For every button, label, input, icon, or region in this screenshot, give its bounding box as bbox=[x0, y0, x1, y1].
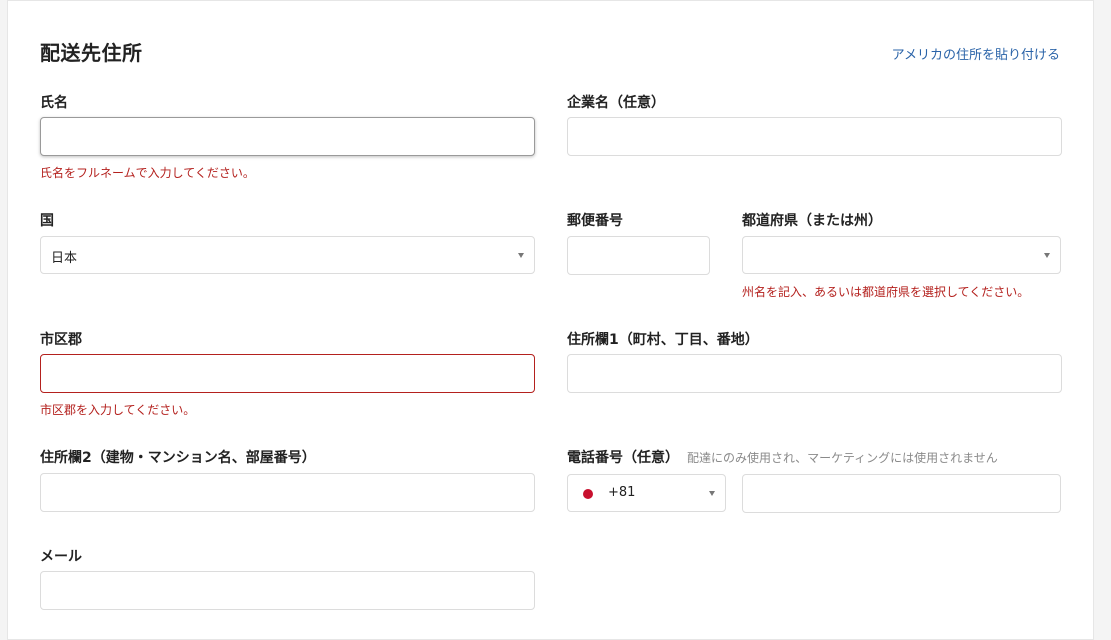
country-selected-value: 日本 bbox=[51, 251, 78, 266]
company-field[interactable] bbox=[567, 117, 1062, 156]
city-input[interactable] bbox=[41, 355, 534, 392]
address2-field[interactable] bbox=[40, 473, 535, 512]
phone-label: 電話番号（任意） bbox=[567, 450, 679, 466]
phone-label-row: 電話番号（任意） 配達にのみ使用され、マーケティングには使用されません bbox=[567, 447, 998, 467]
postal-code-field[interactable] bbox=[567, 236, 710, 275]
full-name-error: 氏名をフルネームで入力してください。 bbox=[40, 166, 255, 180]
country-label: 国 bbox=[40, 213, 54, 229]
company-input[interactable] bbox=[568, 118, 1061, 155]
paste-us-address-link[interactable]: アメリカの住所を貼り付ける bbox=[892, 44, 1060, 63]
postal-code-label: 郵便番号 bbox=[567, 213, 623, 229]
full-name-field[interactable] bbox=[40, 117, 535, 156]
phone-country-select[interactable]: +81 bbox=[567, 474, 726, 512]
city-error: 市区郡を入力してください。 bbox=[40, 403, 196, 417]
email-field[interactable] bbox=[40, 571, 535, 610]
chevron-down-icon bbox=[518, 253, 524, 258]
prefecture-error: 州名を記入、あるいは都道府県を選択してください。 bbox=[742, 285, 1030, 299]
country-select[interactable]: 日本 bbox=[40, 236, 535, 274]
address1-label: 住所欄1（町村、丁目、番地） bbox=[567, 332, 759, 348]
company-label: 企業名（任意） bbox=[567, 95, 665, 111]
phone-number-field[interactable] bbox=[742, 474, 1061, 513]
full-name-label: 氏名 bbox=[40, 95, 68, 111]
address1-field[interactable] bbox=[567, 354, 1062, 393]
address1-input[interactable] bbox=[568, 355, 1061, 392]
city-field[interactable] bbox=[40, 354, 535, 393]
full-name-input[interactable] bbox=[41, 118, 534, 155]
postal-code-input[interactable] bbox=[568, 237, 709, 274]
chevron-down-icon bbox=[1044, 253, 1050, 258]
email-label: メール bbox=[40, 549, 82, 565]
city-label: 市区郡 bbox=[40, 332, 82, 348]
phone-hint: 配達にのみ使用され、マーケティングには使用されません bbox=[687, 451, 998, 465]
chevron-down-icon bbox=[709, 491, 715, 496]
japan-flag-icon bbox=[583, 489, 593, 499]
section-title: 配送先住所 bbox=[40, 41, 143, 65]
prefecture-label: 都道府県（または州） bbox=[742, 213, 882, 229]
prefecture-select[interactable] bbox=[742, 236, 1061, 274]
shipping-address-form: 配送先住所 アメリカの住所を貼り付ける 氏名 氏名をフルネームで入力してください… bbox=[7, 0, 1094, 640]
address2-label: 住所欄2（建物・マンション名、部屋番号） bbox=[40, 450, 316, 466]
email-input[interactable] bbox=[41, 572, 534, 609]
phone-number-input[interactable] bbox=[743, 475, 1060, 512]
address2-input[interactable] bbox=[41, 474, 534, 511]
dial-code: +81 bbox=[608, 485, 636, 500]
